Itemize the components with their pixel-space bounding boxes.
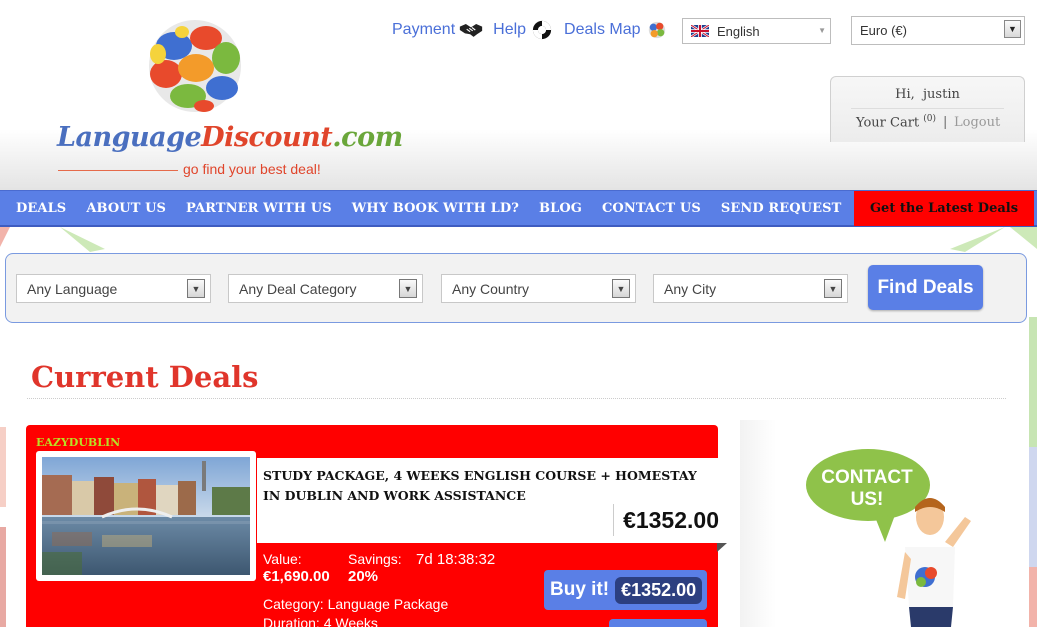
deal-photo[interactable] [36, 451, 256, 581]
chevron-down-icon: ▼ [1004, 20, 1021, 38]
tagline-divider [58, 170, 178, 171]
nav-item-blog[interactable]: BLOG [539, 201, 582, 216]
nav-item-deals[interactable]: DEALS [16, 201, 66, 216]
dublin-photo-image [42, 457, 250, 575]
chevron-down-icon: ▼ [187, 279, 205, 298]
language-select[interactable]: English ▼ [682, 18, 831, 44]
cart-count: (0) [923, 114, 937, 124]
chevron-down-icon: ▼ [612, 279, 630, 298]
city-filter-value: Any City [664, 280, 717, 297]
currency-select[interactable]: Euro (€) ▼ [851, 16, 1025, 45]
logo-text-discount: Discount [201, 122, 333, 153]
payment-link[interactable]: Payment [392, 20, 483, 40]
top-links: Payment Help Deals Map [392, 20, 679, 40]
contact-us-bubble-text: CONTACT US! [821, 467, 913, 510]
user-account-box: Hi, justin Your Cart (0) | Logout [830, 76, 1025, 142]
globe-icon [648, 21, 665, 39]
value-label: Value: [263, 551, 302, 567]
language-filter-select[interactable]: Any Language ▼ [16, 274, 211, 303]
savings-amount: 20% [348, 568, 379, 585]
category-filter-value: Any Deal Category [239, 280, 357, 297]
logo-text-language: Language [57, 122, 202, 153]
deal-duration: Duration: 4 Weeks [263, 615, 378, 627]
cart-link[interactable]: Your Cart (0) [856, 114, 936, 130]
deals-map-link[interactable]: Deals Map [564, 20, 668, 40]
deal-countdown: 7d 18:38:32 [416, 551, 496, 568]
help-label: Help [493, 21, 527, 38]
nav-item-contact-us[interactable]: CONTACT US [602, 201, 701, 216]
user-greeting: Hi, justin [831, 87, 1024, 102]
deal-title[interactable]: Study Package, 4 weeks English Course + … [263, 466, 713, 506]
sidebar-shadow [740, 420, 776, 627]
logo-globe-icon[interactable] [144, 16, 246, 114]
language-filter-value: Any Language [27, 280, 118, 297]
country-filter-value: Any Country [452, 280, 530, 297]
deal-category: Category: Language Package [263, 596, 449, 612]
userbox-divider [851, 108, 1004, 109]
greeting-text: Hi, [895, 87, 915, 102]
latest-deals-button[interactable]: Get the Latest Deals [854, 191, 1034, 226]
handshake-icon [459, 24, 483, 37]
savings-label: Savings: [348, 551, 402, 567]
nav-item-partner[interactable]: PARTNER WITH US [186, 201, 332, 216]
nav-item-why-book[interactable]: WHY BOOK WITH LD? [352, 201, 519, 216]
find-deals-button[interactable]: Find Deals [868, 265, 983, 310]
heading-divider [27, 398, 1006, 399]
language-select-value: English [717, 23, 760, 39]
main-nav: DEALS ABOUT US PARTNER WITH US WHY BOOK … [0, 190, 1037, 227]
country-filter-select[interactable]: Any Country ▼ [441, 274, 636, 303]
buy-it-label: Buy it! [550, 579, 610, 600]
userbox-separator: | [943, 115, 948, 130]
chevron-down-icon: ▼ [399, 279, 417, 298]
currency-select-value: Euro (€) [860, 23, 907, 38]
page-title: Current Deals [31, 360, 259, 394]
logo-tagline: go find your best deal! [183, 161, 321, 177]
user-name: justin [923, 87, 960, 102]
contact-us-widget[interactable]: CONTACT US! [805, 447, 975, 627]
buy-it-price: €1352.00 [615, 576, 703, 604]
deal-price: €1352.00 [623, 507, 719, 533]
logo-text-com: .com [332, 122, 403, 153]
deal-provider[interactable]: EAZYDUBLIN [36, 436, 120, 449]
value-amount: €1,690.00 [263, 568, 330, 585]
lifebuoy-icon [532, 20, 552, 40]
category-filter-select[interactable]: Any Deal Category ▼ [228, 274, 423, 303]
chevron-down-icon: ▼ [818, 26, 826, 35]
price-divider [613, 504, 614, 536]
payment-label: Payment [392, 21, 456, 38]
ribbon-fold [717, 543, 727, 552]
deals-map-label: Deals Map [564, 21, 641, 38]
nav-item-about-us[interactable]: ABOUT US [86, 201, 166, 216]
deal-secondary-button[interactable] [609, 619, 707, 627]
uk-flag-icon [691, 25, 709, 37]
chevron-down-icon: ▼ [824, 279, 842, 298]
logout-link[interactable]: Logout [954, 115, 1000, 130]
city-filter-select[interactable]: Any City ▼ [653, 274, 848, 303]
logo-wordmark[interactable]: LanguageDiscount.com [57, 122, 403, 153]
help-link[interactable]: Help [493, 20, 554, 40]
deal-title-box: Study Package, 4 weeks English Course + … [257, 458, 730, 543]
cart-label: Your Cart [856, 115, 920, 131]
deal-search-bar: Any Language ▼ Any Deal Category ▼ Any C… [5, 253, 1027, 323]
nav-item-send-request[interactable]: SEND REQUEST [721, 201, 842, 216]
buy-it-button[interactable]: Buy it! €1352.00 [544, 570, 707, 610]
